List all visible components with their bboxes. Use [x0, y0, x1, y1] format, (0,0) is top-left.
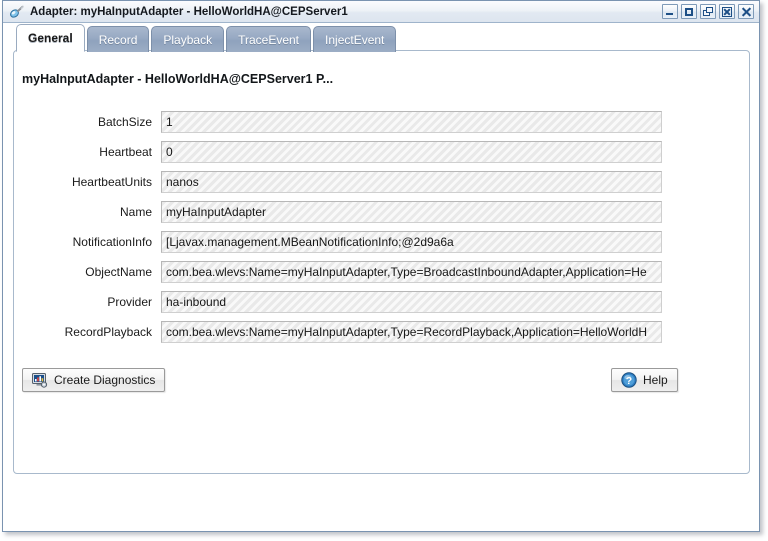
window-titlebar[interactable]: Adapter: myHaInputAdapter - HelloWorldHA…: [3, 1, 759, 23]
restore-icon-front: [706, 7, 713, 13]
tab-bar: General Record Playback TraceEvent Injec…: [3, 23, 759, 52]
input-objectname[interactable]: com.bea.wlevs:Name=myHaInputAdapter,Type…: [161, 261, 662, 283]
minimize-icon: [666, 13, 673, 15]
tab-traceevent[interactable]: TraceEvent: [226, 26, 312, 52]
svg-text:?: ?: [626, 375, 632, 387]
field-row-notificationinfo: NotificationInfo [Ljavax.management.MBea…: [14, 231, 749, 253]
tab-general[interactable]: General: [16, 24, 85, 52]
input-heartbeatunits[interactable]: nanos: [161, 171, 662, 193]
field-row-batchsize: BatchSize 1: [14, 111, 749, 133]
input-provider[interactable]: ha-inbound: [161, 291, 662, 313]
close-button[interactable]: [738, 4, 754, 19]
label-heartbeatunits: HeartbeatUnits: [71, 175, 152, 189]
input-notificationinfo[interactable]: [Ljavax.management.MBeanNotificationInfo…: [161, 231, 662, 253]
create-diagnostics-label: Create Diagnostics: [54, 373, 156, 387]
label-recordplayback: RecordPlayback: [64, 325, 152, 339]
label-batchsize: BatchSize: [97, 115, 152, 129]
input-batchsize[interactable]: 1: [161, 111, 662, 133]
close-icon: [741, 7, 751, 17]
help-button[interactable]: ? Help: [611, 368, 678, 392]
field-row-provider: Provider ha-inbound: [14, 291, 749, 313]
create-diagnostics-button[interactable]: Create Diagnostics: [22, 368, 166, 392]
window-title: Adapter: myHaInputAdapter - HelloWorldHA…: [30, 5, 348, 18]
window-controls: [662, 4, 757, 19]
input-recordplayback[interactable]: com.bea.wlevs:Name=myHaInputAdapter,Type…: [161, 321, 662, 343]
input-heartbeat[interactable]: 0: [161, 141, 662, 163]
help-label: Help: [643, 373, 668, 387]
label-name: Name: [119, 205, 152, 219]
tab-record[interactable]: Record: [86, 26, 150, 52]
field-row-heartbeat: Heartbeat 0: [14, 141, 749, 163]
general-tab-panel: myHaInputAdapter - HelloWorldHA@CEPServe…: [13, 50, 750, 474]
close-boxed-icon: [722, 7, 732, 17]
input-name[interactable]: myHaInputAdapter: [161, 201, 662, 223]
restore-button[interactable]: [700, 4, 716, 19]
adapter-window: Adapter: myHaInputAdapter - HelloWorldHA…: [2, 0, 760, 532]
label-provider: Provider: [107, 295, 152, 309]
question-mark-icon: ?: [621, 372, 637, 388]
tab-playback[interactable]: Playback: [151, 26, 225, 52]
diagnostics-monitor-icon: [32, 372, 48, 388]
close-boxed-button[interactable]: [719, 4, 735, 19]
adapter-plug-icon: [9, 4, 25, 20]
page-title: myHaInputAdapter - HelloWorldHA@CEPServe…: [22, 72, 334, 86]
field-row-recordplayback: RecordPlayback com.bea.wlevs:Name=myHaIn…: [14, 321, 749, 343]
label-notificationinfo: NotificationInfo: [72, 235, 152, 249]
field-row-objectname: ObjectName com.bea.wlevs:Name=myHaInputA…: [14, 261, 749, 283]
maximize-icon: [685, 8, 693, 16]
attributes-form: BatchSize 1 Heartbeat 0 HeartbeatUnits n…: [14, 111, 749, 351]
minimize-button[interactable]: [662, 4, 678, 19]
label-heartbeat: Heartbeat: [99, 145, 152, 159]
field-row-name: Name myHaInputAdapter: [14, 201, 749, 223]
label-objectname: ObjectName: [85, 265, 152, 279]
field-row-heartbeatunits: HeartbeatUnits nanos: [14, 171, 749, 193]
maximize-button[interactable]: [681, 4, 697, 19]
tab-injectevent[interactable]: InjectEvent: [313, 26, 397, 52]
